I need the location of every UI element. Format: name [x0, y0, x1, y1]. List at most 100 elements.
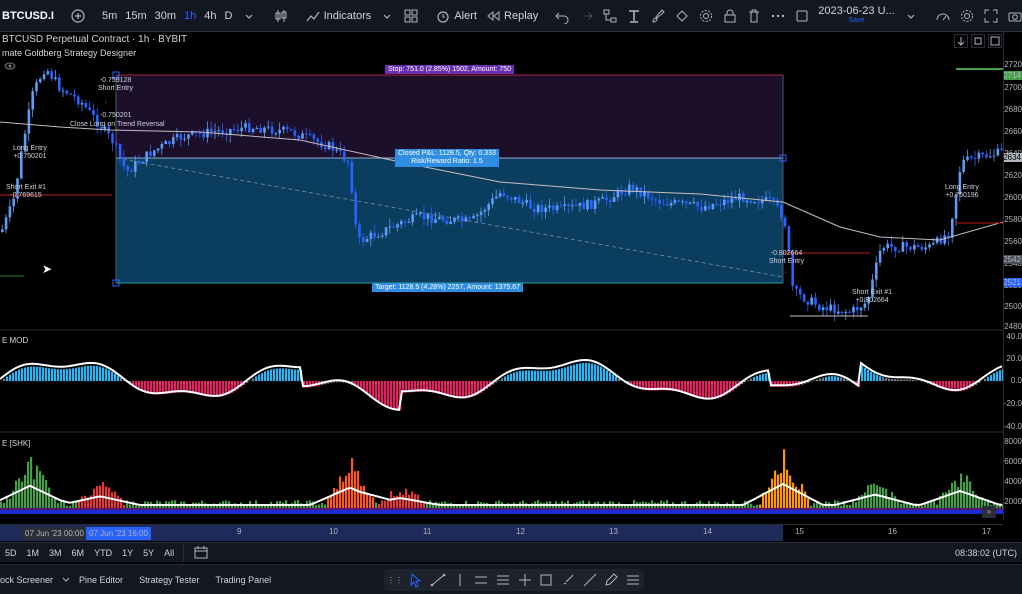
tab-stock-screener[interactable]: ock Screener: [0, 575, 61, 585]
brush-icon[interactable]: [560, 572, 576, 588]
candle-body: [282, 126, 285, 130]
range-all[interactable]: All: [159, 548, 179, 558]
chart-canvas[interactable]: [0, 32, 1003, 520]
range-ytd[interactable]: YTD: [89, 548, 117, 558]
channel-icon[interactable]: [473, 572, 489, 588]
target-label[interactable]: Target: 1128.5 (4.28%) 2257, Amount: 137…: [372, 283, 524, 292]
snapshot-button[interactable]: [1003, 0, 1022, 32]
fill-button[interactable]: [670, 0, 694, 32]
osc1-legend[interactable]: E MOD: [2, 336, 28, 345]
strategy-legend[interactable]: mate Goldberg Strategy Designer: [2, 48, 136, 58]
range-6m[interactable]: 6M: [67, 548, 90, 558]
histogram-bar: [864, 367, 867, 381]
undo-button[interactable]: [550, 0, 574, 32]
brush-button[interactable]: [646, 0, 670, 32]
text-tool-button[interactable]: [622, 0, 646, 32]
indicators-dropdown[interactable]: [375, 0, 399, 32]
layouts-button[interactable]: [399, 0, 423, 32]
timeframe-5m[interactable]: 5m: [98, 0, 121, 32]
symbol-search-button[interactable]: BTCUSD.I: [0, 0, 58, 32]
histogram-bar: [387, 381, 390, 408]
candle-body: [696, 202, 699, 207]
indicators-button[interactable]: Indicators: [301, 0, 376, 32]
quick-search-button[interactable]: [931, 0, 955, 32]
timeframe-dropdown[interactable]: [237, 0, 261, 32]
candle-body: [495, 196, 498, 199]
delete-button[interactable]: [742, 0, 766, 32]
histogram-bar: [708, 381, 711, 400]
candle-body: [388, 226, 392, 228]
pnl-label[interactable]: Closed P&L: 1128.5, Qty: 0.333 Risk/Rewa…: [395, 149, 499, 167]
stop-label[interactable]: Stop: 751.0 (2.85%) 1502, Amount: 750: [385, 65, 514, 74]
range-5y[interactable]: 5Y: [138, 548, 159, 558]
maximize-pane-button[interactable]: [988, 34, 1002, 48]
candle-body: [654, 199, 658, 201]
layout-name-button[interactable]: 2023-06-23 U... Save: [814, 0, 898, 32]
timeframe-30m[interactable]: 30m: [151, 0, 180, 32]
range-1m[interactable]: 1M: [22, 548, 45, 558]
fullscreen-icon: [983, 8, 999, 24]
chart-pane[interactable]: BTCUSD Perpetual Contract · 1h · BYBIT m…: [0, 32, 1003, 520]
tab-pine-editor[interactable]: Pine Editor: [71, 575, 131, 585]
candle-body: [305, 133, 308, 135]
menu-icon[interactable]: [625, 572, 641, 588]
redo-button[interactable]: [574, 0, 598, 32]
chart-type-button[interactable]: [269, 0, 293, 32]
timeframe-15m[interactable]: 15m: [121, 0, 150, 32]
range-5d[interactable]: 5D: [0, 548, 22, 558]
timeframe-4h[interactable]: 4h: [200, 0, 220, 32]
chart-settings-button[interactable]: [955, 0, 979, 32]
tab-strategy-tester[interactable]: Strategy Tester: [131, 575, 207, 585]
osc2-legend[interactable]: E [SHK]: [2, 439, 30, 448]
range-3m[interactable]: 3M: [44, 548, 67, 558]
candle-body: [643, 191, 646, 197]
compare-symbol-button[interactable]: [66, 0, 90, 32]
move-pane-down-button[interactable]: [954, 34, 968, 48]
chevron-down-icon[interactable]: [61, 574, 71, 586]
price-axis[interactable]: 2720 2700 2680 2660 2640 2620 2600 2580 …: [1003, 32, 1022, 520]
eye-icon[interactable]: [4, 61, 16, 74]
range-1y[interactable]: 1Y: [117, 548, 138, 558]
scroll-right-button[interactable]: »: [982, 506, 996, 518]
more-button[interactable]: [766, 0, 790, 32]
replay-button[interactable]: Replay: [481, 0, 542, 32]
volume-bar: [894, 496, 897, 508]
histogram-bar: [375, 381, 378, 401]
alert-button[interactable]: Alert: [431, 0, 481, 32]
vertical-line-icon[interactable]: [452, 572, 468, 588]
clock-timezone-button[interactable]: 08:38:02 (UTC): [950, 548, 1022, 558]
stop-zone[interactable]: [116, 75, 783, 158]
goto-date-button[interactable]: [188, 544, 214, 562]
histogram-bar: [987, 376, 990, 381]
main-legend-title[interactable]: BTCUSD Perpetual Contract · 1h · BYBIT: [2, 34, 187, 45]
cursor-icon[interactable]: [408, 572, 424, 588]
histogram-bar: [699, 381, 702, 399]
settings-button[interactable]: [694, 0, 718, 32]
time-axis[interactable]: 07 Jun '23 00:00 07 Jun '23 16:00 9 10 1…: [0, 524, 1003, 541]
target-zone[interactable]: [116, 158, 783, 283]
crosshair-icon[interactable]: [517, 572, 533, 588]
volume-histogram: [0, 449, 1003, 508]
candle-body: [985, 154, 988, 158]
timeframe-d[interactable]: D: [221, 0, 237, 32]
lock-button[interactable]: [718, 0, 742, 32]
timeframe-1h[interactable]: 1h: [180, 0, 200, 32]
fullscreen-button[interactable]: [979, 0, 1003, 32]
fib-icon[interactable]: [495, 572, 511, 588]
layout-dropdown[interactable]: [899, 0, 923, 32]
layout-select-button[interactable]: [790, 0, 814, 32]
pencil-icon[interactable]: [603, 572, 619, 588]
rectangle-icon[interactable]: [538, 572, 554, 588]
annotation-line: Short Exit #1: [6, 184, 47, 191]
tab-trading-panel[interactable]: Trading Panel: [207, 575, 279, 585]
collapse-pane-button[interactable]: [971, 34, 985, 48]
object-tree-button[interactable]: [598, 0, 622, 32]
candle-body: [730, 198, 734, 203]
drag-handle-icon[interactable]: ⋮⋮: [387, 576, 403, 585]
ray-icon[interactable]: [582, 572, 598, 588]
candle-body: [58, 77, 61, 91]
save-label[interactable]: Save: [849, 16, 865, 26]
price-tag-grey: 2542: [1003, 255, 1022, 264]
volume-bar: [51, 497, 54, 508]
trend-line-icon[interactable]: [430, 572, 446, 588]
